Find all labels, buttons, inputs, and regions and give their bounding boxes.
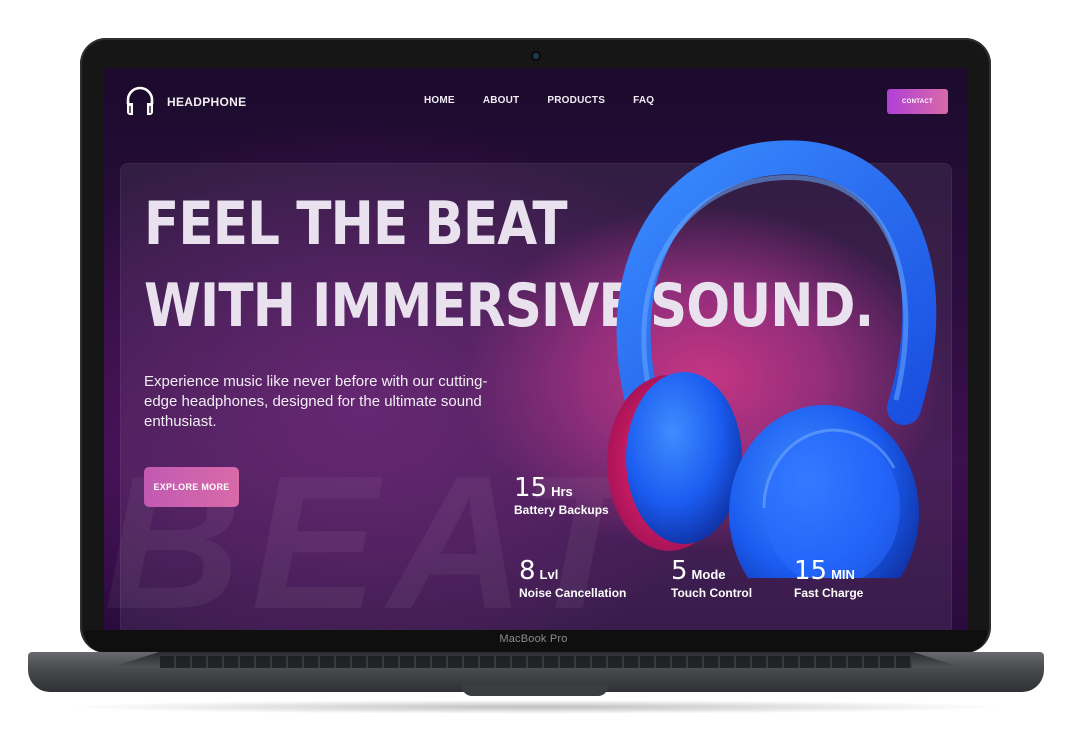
explore-more-button[interactable]: EXPLORE MORE xyxy=(144,467,239,507)
camera-icon xyxy=(533,53,539,59)
stat-label: Fast Charge xyxy=(794,586,864,600)
stat-label: Touch Control xyxy=(671,586,753,600)
stat-value: 15 xyxy=(794,556,828,586)
nav-links: HOME ABOUT PRODUCTS FAQ xyxy=(424,95,654,106)
stat-value: 5 xyxy=(671,556,688,586)
laptop-notch xyxy=(462,684,608,696)
headphone-product-image xyxy=(607,140,937,578)
stat-fast-charge: 15 MIN Fast Charge xyxy=(794,558,863,600)
stat-value: 15 xyxy=(514,473,548,503)
hero-subtitle: Experience music like never before with … xyxy=(144,373,488,430)
stat-value: 8 xyxy=(519,556,536,586)
stat-unit: Mode xyxy=(691,567,726,582)
nav-link-home[interactable]: HOME xyxy=(424,95,455,106)
stat-unit: Lvl xyxy=(539,567,559,582)
stat-label: Noise Cancellation xyxy=(519,586,627,600)
stat-unit: MIN xyxy=(831,567,855,582)
nav-link-products[interactable]: PRODUCTS xyxy=(547,95,605,106)
stat-noise-cancellation: 8 Lvl Noise Cancellation xyxy=(519,558,626,600)
stat-label: Battery Backups xyxy=(514,503,609,517)
brand-name[interactable]: HEADPHONE xyxy=(167,95,246,109)
keyboard xyxy=(160,656,912,668)
stat-touch-control: 5 Mode Touch Control xyxy=(671,558,752,600)
laptop-screen: BEAT HEADPHONE HOME ABOUT PRODUCTS FAQ C… xyxy=(104,68,968,630)
stat-battery: 15 Hrs Battery Backups xyxy=(514,475,609,517)
laptop-shadow xyxy=(60,700,1010,714)
hero-title-line1: FEEL THE BEAT xyxy=(144,189,568,259)
nav-link-faq[interactable]: FAQ xyxy=(633,95,654,106)
nav-link-about[interactable]: ABOUT xyxy=(483,95,520,106)
device-label: MacBook Pro xyxy=(499,633,568,645)
stat-unit: Hrs xyxy=(551,484,573,499)
headphone-icon xyxy=(126,86,154,115)
